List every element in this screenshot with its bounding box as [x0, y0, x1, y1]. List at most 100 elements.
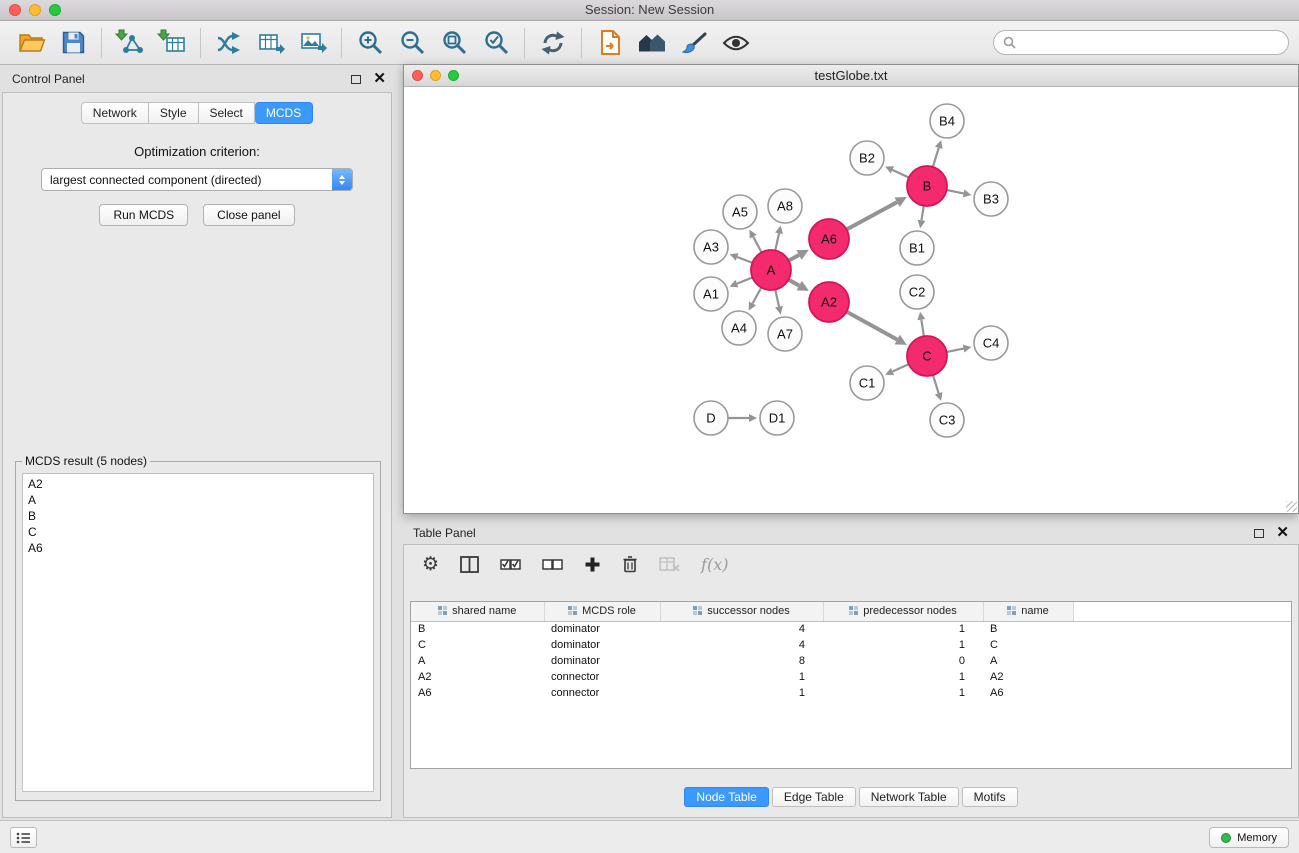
zoom-selected-button[interactable]	[475, 24, 517, 62]
delete-table-button[interactable]	[659, 556, 680, 573]
network-node[interactable]: B3	[974, 182, 1008, 216]
run-mcds-button[interactable]: Run MCDS	[99, 204, 188, 226]
tab-node-table[interactable]: Node Table	[684, 787, 769, 807]
column-header[interactable]: name	[983, 602, 1073, 621]
criterion-dropdown[interactable]: largest connected component (directed)	[41, 168, 353, 191]
table-settings-button[interactable]: ⚙	[422, 555, 439, 574]
column-header[interactable]: predecessor nodes	[823, 602, 983, 621]
network-node[interactable]: B1	[900, 231, 934, 265]
network-node[interactable]: A1	[694, 277, 728, 311]
network-canvas[interactable]: B4 B2 B B3 A5 A8A6 B1 A3 A C2 A1 A2 A4 A7 C4 C C1 C3 D D1	[404, 87, 1298, 513]
network-node[interactable]: A3	[694, 230, 728, 264]
network-node[interactable]: A6	[809, 219, 849, 259]
svg-text:A4: A4	[731, 321, 747, 336]
table-row[interactable]: Adominator80A	[411, 653, 1291, 669]
memory-label: Memory	[1237, 832, 1277, 844]
network-node[interactable]: C3	[930, 403, 964, 437]
table-cell: 1	[823, 669, 983, 685]
delete-row-button[interactable]	[622, 555, 638, 573]
open-document-button[interactable]	[589, 24, 631, 62]
network-node[interactable]: C1	[850, 366, 884, 400]
deselect-all-button[interactable]	[542, 556, 563, 572]
table-cell-filler	[1073, 637, 1291, 653]
network-node[interactable]: A7	[768, 317, 802, 351]
home-button[interactable]	[631, 24, 673, 62]
close-button[interactable]	[9, 4, 21, 16]
minimize-button[interactable]	[29, 4, 41, 16]
float-panel-icon[interactable]	[351, 75, 361, 84]
zoom-in-button[interactable]	[349, 24, 391, 62]
table-row[interactable]: A6connector11A6	[411, 685, 1291, 701]
network-node[interactable]: B4	[930, 104, 964, 138]
network-close-button[interactable]	[412, 70, 423, 81]
mcds-result-group: MCDS result (5 nodes) A2ABCA6	[15, 461, 381, 801]
show-columns-button[interactable]	[460, 556, 479, 573]
network-window-titlebar[interactable]: testGlobe.txt	[404, 65, 1298, 87]
columns-icon	[460, 556, 479, 573]
column-header[interactable]: MCDS role	[544, 602, 660, 621]
tab-network[interactable]: Network	[81, 102, 149, 124]
import-network-button[interactable]	[109, 24, 151, 62]
search-icon	[1003, 36, 1016, 49]
network-node[interactable]: C2	[900, 275, 934, 309]
tab-edge-table[interactable]: Edge Table	[772, 787, 856, 807]
list-item[interactable]: A6	[28, 540, 368, 556]
list-item[interactable]: C	[28, 524, 368, 540]
list-item[interactable]: A2	[28, 476, 368, 492]
tab-network-table[interactable]: Network Table	[859, 787, 959, 807]
list-item[interactable]: A	[28, 492, 368, 508]
list-item[interactable]: B	[28, 508, 368, 524]
search-box[interactable]	[993, 30, 1289, 55]
resize-grip[interactable]	[1286, 501, 1297, 512]
add-row-button[interactable]	[584, 556, 601, 573]
network-minimize-button[interactable]	[430, 70, 441, 81]
tab-mcds[interactable]: MCDS	[255, 102, 313, 124]
show-panels-button[interactable]	[10, 827, 37, 848]
close-panel-icon[interactable]: ✕	[373, 74, 386, 84]
column-header[interactable]: shared name	[411, 602, 544, 621]
eye-button[interactable]	[715, 24, 757, 62]
network-node[interactable]: A	[751, 250, 791, 290]
network-node[interactable]: A2	[809, 282, 849, 322]
network-node[interactable]: A8	[768, 189, 802, 223]
svg-text:A: A	[767, 263, 776, 278]
refresh-button[interactable]	[532, 24, 574, 62]
zoom-out-button[interactable]	[391, 24, 433, 62]
close-panel-icon[interactable]: ✕	[1276, 528, 1289, 538]
tab-select[interactable]: Select	[199, 102, 255, 124]
search-input[interactable]	[1022, 36, 1279, 50]
close-panel-button[interactable]: Close panel	[203, 204, 294, 226]
network-node[interactable]: C	[907, 336, 947, 376]
function-builder-button[interactable]: f(x)	[701, 555, 728, 574]
network-node[interactable]: C4	[974, 326, 1008, 360]
table-row[interactable]: Bdominator41B	[411, 621, 1291, 637]
maximize-button[interactable]	[49, 4, 61, 16]
network-node[interactable]: D1	[760, 401, 794, 435]
import-table-button[interactable]	[151, 24, 193, 62]
table-cell-filler	[1073, 653, 1291, 669]
network-node[interactable]: B2	[850, 141, 884, 175]
memory-button[interactable]: Memory	[1209, 827, 1289, 848]
table-row[interactable]: A2connector11A2	[411, 669, 1291, 685]
export-table-button[interactable]	[250, 24, 292, 62]
tab-style[interactable]: Style	[149, 102, 199, 124]
network-maximize-button[interactable]	[448, 70, 459, 81]
table-panel-title: Table Panel	[413, 526, 476, 540]
save-session-button[interactable]	[52, 24, 94, 62]
network-node[interactable]: A5	[723, 195, 757, 229]
mcds-result-list[interactable]: A2ABCA6	[22, 473, 374, 792]
open-session-button[interactable]	[10, 24, 52, 62]
export-image-button[interactable]	[292, 24, 334, 62]
network-node[interactable]: D	[694, 401, 728, 435]
float-panel-icon[interactable]	[1254, 529, 1264, 538]
table-row[interactable]: Cdominator41C	[411, 637, 1291, 653]
network-node[interactable]: B	[907, 166, 947, 206]
export-network-button[interactable]	[208, 24, 250, 62]
tab-motifs[interactable]: Motifs	[962, 787, 1018, 807]
select-all-button[interactable]	[500, 556, 521, 572]
column-header[interactable]: successor nodes	[660, 602, 823, 621]
style-brush-button[interactable]	[673, 24, 715, 62]
network-node[interactable]: A4	[722, 311, 756, 345]
zoom-fit-button[interactable]	[433, 24, 475, 62]
svg-text:B: B	[923, 179, 932, 194]
